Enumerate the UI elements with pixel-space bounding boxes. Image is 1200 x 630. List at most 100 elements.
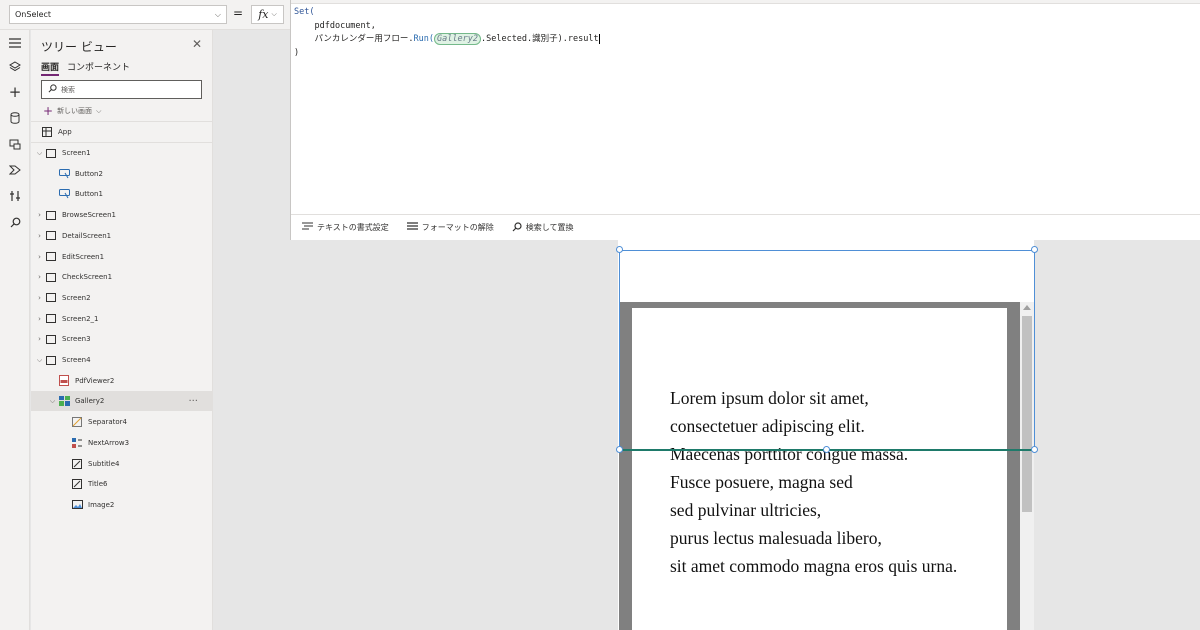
gallery-selection-box[interactable] (619, 250, 1035, 450)
resize-handle[interactable] (616, 446, 623, 453)
search-icon (48, 84, 57, 95)
tree-node-button2[interactable]: Button2 (31, 164, 212, 184)
tree-tabs: 画面 コンポーネント (41, 60, 130, 76)
hamburger-menu-icon[interactable] (6, 34, 24, 52)
tree-node-button1[interactable]: Button1 (31, 184, 212, 204)
pdf-icon (57, 375, 71, 387)
pdf-line: sed pulvinar ultricies, (670, 500, 822, 520)
formula-code[interactable]: Set( pdfdocument, パンカレンダー用フロー.Run(Galler… (294, 6, 600, 60)
tree-node-label: Image2 (88, 500, 115, 509)
chevron-right-icon[interactable]: › (35, 211, 44, 219)
chevron-right-icon[interactable]: › (35, 253, 44, 261)
pdf-line: sit amet commodo magna eros quis urna. (670, 556, 958, 576)
chevron-right-icon[interactable]: › (35, 232, 44, 240)
variables-icon[interactable] (6, 187, 24, 205)
remove-format-button[interactable]: フォーマットの解除 (406, 222, 494, 233)
screen-icon (44, 293, 58, 303)
resize-handle[interactable] (616, 246, 623, 253)
tree-node-editscreen1[interactable]: › EditScreen1 (31, 247, 212, 267)
code-gallery-ref[interactable]: Gallery2 (434, 33, 481, 45)
arrow-icon (70, 437, 84, 448)
power-automate-icon[interactable] (6, 161, 24, 179)
tree-node-title6[interactable]: Title6 (31, 474, 212, 494)
tree-node-gallery2[interactable]: ⌵ Gallery2 ··· (31, 391, 212, 412)
tree-view-title: ツリー ビュー (41, 40, 117, 54)
search-icon (512, 221, 522, 234)
tree-view-layers-icon[interactable] (6, 58, 24, 76)
media-icon[interactable] (6, 135, 24, 153)
resize-handle[interactable] (1031, 446, 1038, 453)
tree-node-label: EditScreen1 (62, 252, 105, 261)
screen-icon (44, 148, 58, 158)
separator-icon (70, 417, 84, 428)
label-icon (70, 458, 84, 469)
tree-node-screen2[interactable]: › Screen2 (31, 288, 212, 308)
tree-node-label: Screen2_1 (62, 314, 99, 323)
format-text-button[interactable]: テキストの書式設定 (302, 222, 389, 233)
formula-bar: OnSelect ⌵ = fx ⌵ (0, 0, 290, 30)
new-screen-button[interactable]: + 新しい画面 ⌵ (43, 104, 101, 118)
screen-icon (44, 231, 58, 241)
find-replace-button[interactable]: 検索して置換 (512, 221, 574, 234)
pdf-line: Fusce posuere, magna sed (670, 472, 853, 492)
tree-node-detailscreen1[interactable]: › DetailScreen1 (31, 226, 212, 246)
resize-handle[interactable] (1031, 246, 1038, 253)
tree-node-label: NextArrow3 (88, 438, 130, 447)
close-icon[interactable]: ✕ (192, 37, 202, 51)
tree-node-subtitle4[interactable]: Subtitle4 (31, 454, 212, 474)
code-flow-name: パンカレンダー用フロー (314, 34, 409, 44)
remove-format-label: フォーマットの解除 (421, 223, 494, 232)
format-text-icon (302, 222, 313, 233)
chevron-down-icon[interactable]: ⌵ (35, 356, 44, 365)
tree-node-label: Gallery2 (75, 397, 105, 406)
code-line-4: ) (294, 47, 300, 58)
tree-node-app[interactable]: App (31, 122, 212, 142)
chevron-down-icon[interactable]: ⌵ (35, 149, 44, 158)
chevron-right-icon[interactable]: › (35, 273, 44, 281)
screen-icon (44, 355, 58, 365)
tab-components[interactable]: コンポーネント (67, 60, 130, 76)
fx-button[interactable]: fx ⌵ (251, 5, 284, 24)
chevron-right-icon[interactable]: › (35, 294, 44, 302)
tab-screens[interactable]: 画面 (41, 60, 60, 76)
tree-node-label: PdfViewer2 (75, 376, 115, 385)
format-text-label: テキストの書式設定 (317, 223, 389, 232)
chevron-down-icon: ⌵ (214, 9, 221, 19)
tree-node-label: App (58, 128, 72, 136)
tree-search-input[interactable]: 検索 (41, 80, 202, 99)
label-icon (70, 479, 84, 490)
new-screen-label: 新しい画面 (57, 107, 93, 115)
tree-node-checkscreen1[interactable]: › CheckScreen1 (31, 267, 212, 287)
tree-node-screen1[interactable]: ⌵ Screen1 (31, 143, 212, 163)
tree-node-label: Screen1 (62, 149, 91, 157)
tree-node-separator4[interactable]: Separator4 (31, 412, 212, 432)
tree-node-screen3[interactable]: › Screen3 (31, 329, 212, 349)
app-icon (40, 127, 54, 137)
tree-node-pdfviewer2[interactable]: PdfViewer2 (31, 371, 212, 391)
data-cylinder-icon[interactable] (6, 109, 24, 127)
chevron-right-icon[interactable]: › (35, 335, 44, 343)
tree-node-label: Button1 (75, 190, 103, 199)
tree-node-screen2_1[interactable]: › Screen2_1 (31, 309, 212, 329)
tree-node-screen4[interactable]: ⌵ Screen4 (31, 350, 212, 370)
text-cursor (598, 33, 600, 44)
chevron-down-icon: ⌵ (96, 106, 102, 115)
insert-plus-icon[interactable]: + (6, 83, 24, 101)
button-icon (57, 189, 71, 199)
tree-node-label: Screen4 (62, 356, 91, 364)
code-line-2: pdfdocument, (314, 20, 376, 31)
property-dropdown[interactable]: OnSelect ⌵ (9, 5, 227, 24)
tree-node-browsescreen1[interactable]: › BrowseScreen1 (31, 205, 212, 225)
search-icon[interactable] (6, 213, 24, 231)
chevron-down-icon[interactable]: ⌵ (48, 397, 57, 406)
code-run: Run( (413, 34, 435, 44)
resize-handle[interactable] (823, 446, 830, 453)
editor-toolbar: テキストの書式設定 フォーマットの解除 検索して置換 (291, 214, 1200, 240)
more-options-icon[interactable]: ··· (188, 396, 198, 407)
tree-node-nextarrow3[interactable]: NextArrow3 (31, 433, 212, 453)
tree-node-label: BrowseScreen1 (62, 211, 117, 220)
chevron-right-icon[interactable]: › (35, 315, 44, 323)
formula-editor[interactable]: Set( pdfdocument, パンカレンダー用フロー.Run(Galler… (290, 0, 1200, 240)
fx-label: fx (258, 8, 269, 21)
tree-node-image2[interactable]: Image2 (31, 495, 212, 515)
